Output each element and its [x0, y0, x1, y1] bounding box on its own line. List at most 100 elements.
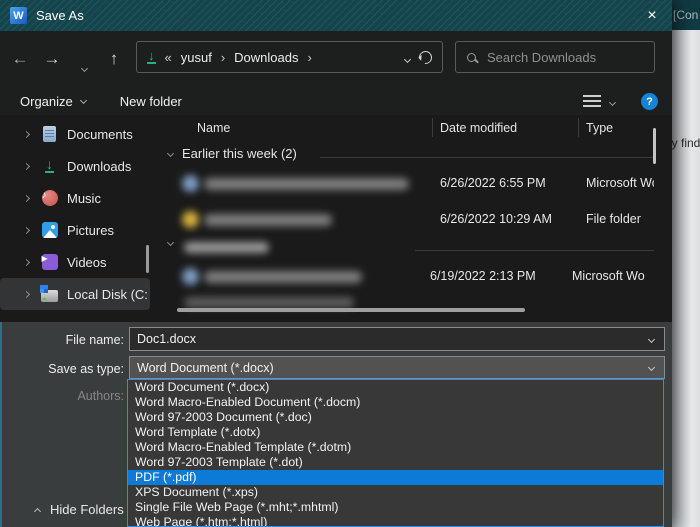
expand-chevron-icon[interactable]: [23, 290, 30, 297]
view-options-chevron-icon[interactable]: [610, 93, 615, 108]
file-name-value: Doc1.docx: [137, 332, 196, 346]
address-dropdown-icon[interactable]: [405, 50, 410, 65]
column-header-type[interactable]: Type: [586, 121, 613, 135]
local-disk-icon: [41, 286, 58, 303]
navigation-bar: ← → ↑ ↓ « yusuf › Downloads › Search Dow…: [0, 31, 672, 88]
group-header-label: Earlier this week (2): [182, 146, 297, 161]
dropdown-option[interactable]: Word Macro-Enabled Template (*.dotm): [128, 440, 663, 455]
horizontal-scrollbar[interactable]: [177, 308, 525, 312]
expand-chevron-icon[interactable]: [23, 162, 30, 169]
dropdown-option[interactable]: Word 97-2003 Document (*.doc): [128, 410, 663, 425]
forward-icon[interactable]: →: [40, 48, 64, 70]
chevron-down-icon: [80, 97, 87, 104]
save-as-type-label: Save as type:: [2, 362, 124, 376]
expand-chevron-icon[interactable]: [23, 130, 30, 137]
navigation-pane: Documents ↓ Downloads ♪ Music Pictures: [0, 115, 160, 322]
chevron-down-icon[interactable]: [648, 364, 655, 371]
downloads-icon: ↓: [41, 158, 58, 175]
dropdown-option-selected-pdf[interactable]: PDF (*.pdf): [128, 470, 663, 485]
redacted-file-name: [204, 271, 362, 283]
sidebar-item-local-disk-c[interactable]: Local Disk (C:: [0, 278, 150, 310]
column-divider[interactable]: [432, 118, 433, 137]
close-icon[interactable]: ×: [632, 0, 672, 31]
command-bar: Organize New folder ?: [0, 88, 672, 115]
file-list: Name Date modified Type Earlier this wee…: [160, 115, 672, 322]
word-app-icon-letter: W: [13, 10, 23, 22]
file-type: Microsoft Wo: [572, 269, 645, 283]
downloads-location-icon: ↓: [147, 50, 156, 64]
file-type: Microsoft Wo: [586, 176, 654, 190]
file-name-input[interactable]: Doc1.docx: [129, 327, 665, 351]
search-placeholder: Search Downloads: [487, 50, 596, 65]
help-icon[interactable]: ?: [641, 93, 658, 110]
search-icon: [467, 53, 476, 62]
sidebar-item-label: Music: [67, 191, 101, 206]
sidebar-item-documents[interactable]: Documents: [0, 118, 150, 150]
back-icon[interactable]: ←: [8, 48, 32, 70]
address-bar[interactable]: ↓ « yusuf › Downloads ›: [136, 41, 443, 73]
search-input[interactable]: Search Downloads: [455, 41, 655, 73]
column-header-name[interactable]: Name: [197, 121, 230, 135]
file-date: 6/19/2022 2:13 PM: [430, 269, 536, 283]
breadcrumb-separator[interactable]: ›: [307, 50, 311, 65]
dropdown-option[interactable]: Word Template (*.dotx): [128, 425, 663, 440]
sidebar-item-downloads[interactable]: ↓ Downloads: [0, 150, 150, 182]
list-view-icon[interactable]: [583, 95, 601, 109]
dialog-titlebar: W Save As ×: [0, 0, 672, 31]
organize-button[interactable]: Organize: [20, 94, 86, 109]
group-divider: [320, 157, 654, 158]
dropdown-option[interactable]: Single File Web Page (*.mht;*.mhtml): [128, 500, 663, 515]
sidebar-item-pictures[interactable]: Pictures: [0, 214, 150, 246]
vertical-scrollbar[interactable]: [653, 128, 656, 164]
hide-folders-button[interactable]: Hide Folders: [35, 502, 124, 517]
sidebar-item-music[interactable]: ♪ Music: [0, 182, 150, 214]
dialog-title: Save As: [36, 8, 84, 23]
redacted-group-label: [184, 242, 269, 253]
screen: [Con ly find W Save As × ← → ↑ ↓ « yusuf…: [0, 0, 700, 527]
refresh-icon[interactable]: [416, 48, 434, 66]
file-name-label: File name:: [2, 333, 124, 347]
column-header-date-modified[interactable]: Date modified: [440, 121, 517, 135]
dropdown-option[interactable]: Word Macro-Enabled Document (*.docm): [128, 395, 663, 410]
redacted-file-name: [204, 214, 332, 226]
column-divider[interactable]: [578, 118, 579, 137]
group-collapse-icon[interactable]: [167, 239, 174, 246]
file-row-2[interactable]: 6/26/2022 10:29 AM File folder: [160, 203, 654, 237]
chevron-down-icon[interactable]: [648, 335, 655, 342]
dropdown-option[interactable]: Word 97-2003 Template (*.dot): [128, 455, 663, 470]
sort-ascending-icon: [496, 116, 501, 134]
expand-chevron-icon[interactable]: [23, 194, 30, 201]
redacted-group-label: [184, 297, 354, 308]
file-type: File folder: [586, 212, 641, 226]
breadcrumb-separator[interactable]: ›: [221, 50, 225, 65]
new-folder-button[interactable]: New folder: [120, 94, 182, 109]
dropdown-option[interactable]: XPS Document (*.xps): [128, 485, 663, 500]
sidebar-item-videos[interactable]: ▶ Videos: [0, 246, 150, 278]
breadcrumb-folder[interactable]: Downloads: [234, 50, 298, 65]
music-icon: ♪: [41, 190, 58, 207]
sidebar-item-label: Videos: [67, 255, 107, 270]
breadcrumb-collapse[interactable]: «: [165, 50, 172, 65]
group-header-earlier-this-week[interactable]: Earlier this week (2): [168, 146, 297, 161]
organize-label: Organize: [20, 94, 73, 109]
breadcrumb-user[interactable]: yusuf: [181, 50, 212, 65]
word-app-icon: W: [10, 7, 27, 24]
view-controls: ?: [583, 93, 658, 110]
background-document-text: ly find: [669, 136, 700, 150]
group-header-redacted[interactable]: [168, 240, 182, 245]
sidebar-item-label: Documents: [67, 127, 133, 142]
expand-chevron-icon[interactable]: [23, 258, 30, 265]
dropdown-option[interactable]: Word Document (*.docx): [128, 380, 663, 395]
expand-chevron-icon[interactable]: [23, 226, 30, 233]
recent-locations-icon[interactable]: [72, 55, 96, 77]
browser-area: Documents ↓ Downloads ♪ Music Pictures: [0, 115, 672, 322]
up-icon[interactable]: ↑: [102, 48, 126, 70]
file-date: 6/26/2022 6:55 PM: [440, 176, 546, 190]
dropdown-option[interactable]: Web Page (*.htm;*.html): [128, 515, 663, 527]
sidebar-item-label: Downloads: [67, 159, 131, 174]
file-row-3[interactable]: 6/19/2022 2:13 PM Microsoft Wo: [160, 260, 654, 294]
sidebar-scrollbar[interactable]: [146, 245, 149, 273]
file-row-1[interactable]: 6/26/2022 6:55 PM Microsoft Wo: [160, 167, 654, 201]
save-as-type-select[interactable]: Word Document (*.docx): [129, 356, 665, 379]
group-collapse-icon[interactable]: [167, 150, 174, 157]
